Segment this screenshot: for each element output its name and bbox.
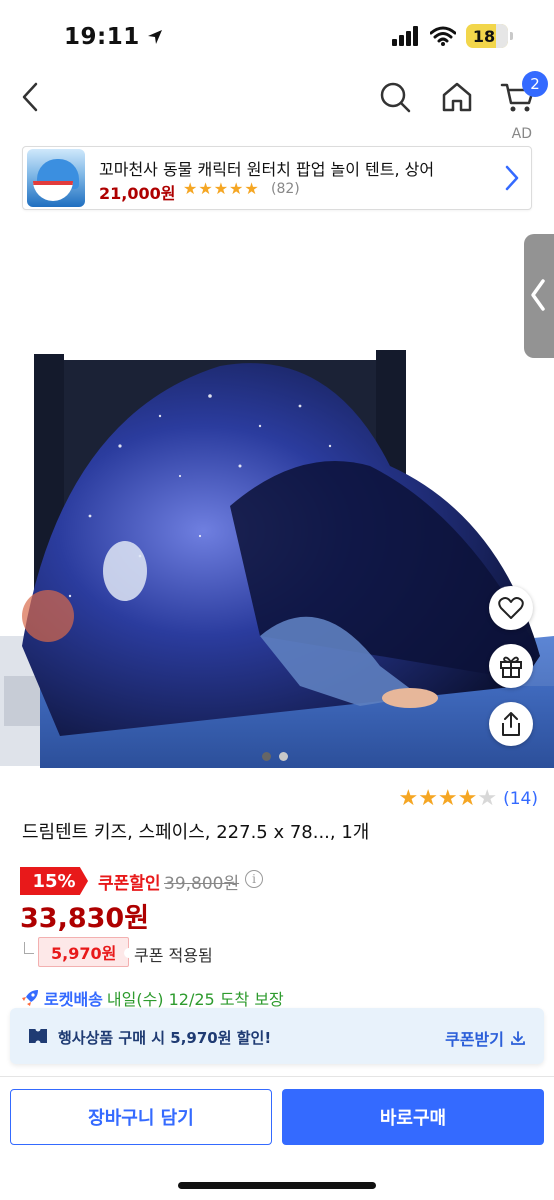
coupon-promo-text: 행사상품 구매 시 5,970원 할인! [58, 1029, 272, 1047]
coupon-discount-label: 쿠폰할인 [98, 874, 161, 894]
divider [0, 1076, 554, 1077]
buy-now-button[interactable]: 바로구매 [282, 1089, 544, 1145]
product-title: 드림텐트 키즈, 스페이스, 227.5 x 78..., 1개 [22, 822, 370, 843]
side-drawer-handle[interactable] [524, 234, 554, 358]
download-icon [511, 1031, 525, 1045]
pagination-dot [279, 752, 288, 761]
image-pagination [262, 752, 288, 761]
coupon-ticket-icon [29, 1027, 47, 1045]
add-to-cart-button[interactable]: 장바구니 담기 [10, 1089, 272, 1145]
get-coupon-label: 쿠폰받기 [445, 1030, 504, 1049]
rating-stars-empty: ★ [477, 786, 498, 811]
ad-label: AD [511, 126, 532, 142]
status-time: 19:11 [64, 24, 164, 50]
review-count: (14) [503, 788, 538, 809]
info-icon[interactable]: i [245, 870, 263, 888]
location-arrow-icon [147, 30, 162, 44]
coupon-indent-line [24, 942, 34, 954]
coupon-promo-bar: 행사상품 구매 시 5,970원 할인! 쿠폰받기 [10, 1008, 544, 1064]
product-rating[interactable]: ★★★★★ (14) [398, 786, 538, 811]
final-price: 33,830원 [20, 903, 150, 934]
coupon-applied-label: 쿠폰 적용됨 [134, 946, 213, 965]
cart-count-badge: 2 [522, 71, 548, 97]
chevron-left-icon [531, 279, 545, 311]
back-arrow-icon[interactable] [16, 80, 46, 114]
ad-rating-stars: ★★★★★ [183, 179, 260, 198]
get-coupon-button[interactable]: 쿠폰받기 [445, 1026, 526, 1050]
clock-text: 19:11 [64, 24, 140, 50]
rocket-delivery: 로켓배송 내일(수) 12/25 도착 보장 [20, 986, 284, 1010]
status-bar: 19:11 18 [0, 0, 554, 70]
heart-icon [498, 597, 524, 619]
discount-rate-badge: 15% [20, 867, 88, 895]
ad-review-count: (82) [271, 181, 300, 197]
rocket-icon [22, 990, 38, 1006]
battery-indicator: 18 [466, 24, 513, 48]
home-indicator[interactable] [178, 1182, 376, 1189]
rating-stars-filled: ★★★★ [398, 786, 478, 811]
ad-product-thumbnail [27, 149, 85, 207]
dream-tent-photo [0, 350, 554, 768]
signal-icon [392, 26, 418, 46]
chevron-right-icon [505, 165, 519, 191]
product-image[interactable] [0, 216, 554, 768]
battery-level: 18 [472, 26, 496, 46]
wishlist-button[interactable] [489, 586, 533, 630]
share-icon [502, 712, 520, 736]
top-nav [0, 70, 554, 126]
share-button[interactable] [489, 702, 533, 746]
ad-product-title: 꼬마천사 동물 캐릭터 원터치 팝업 놀이 텐트, 상어 [99, 160, 435, 179]
ad-banner[interactable]: 꼬마천사 동물 캐릭터 원터치 팝업 놀이 텐트, 상어 21,000원 ★★★… [22, 146, 532, 210]
status-indicators: 18 [392, 24, 513, 48]
ad-product-price: 21,000원 [99, 184, 176, 203]
home-icon[interactable] [440, 80, 474, 114]
coupon-amount-tag: 5,970원 [38, 937, 135, 967]
gift-icon [500, 656, 522, 678]
rating-stars: ★★★★★ [398, 786, 497, 811]
wifi-icon [430, 26, 456, 46]
original-price: 39,800원 [164, 874, 240, 894]
pagination-dot-active [262, 752, 271, 761]
rocket-delivery-brand: 로켓배송 [44, 990, 103, 1009]
gift-button[interactable] [489, 644, 533, 688]
search-icon[interactable] [378, 80, 412, 114]
arrival-date: 내일(수) 12/25 도착 보장 [106, 990, 284, 1009]
